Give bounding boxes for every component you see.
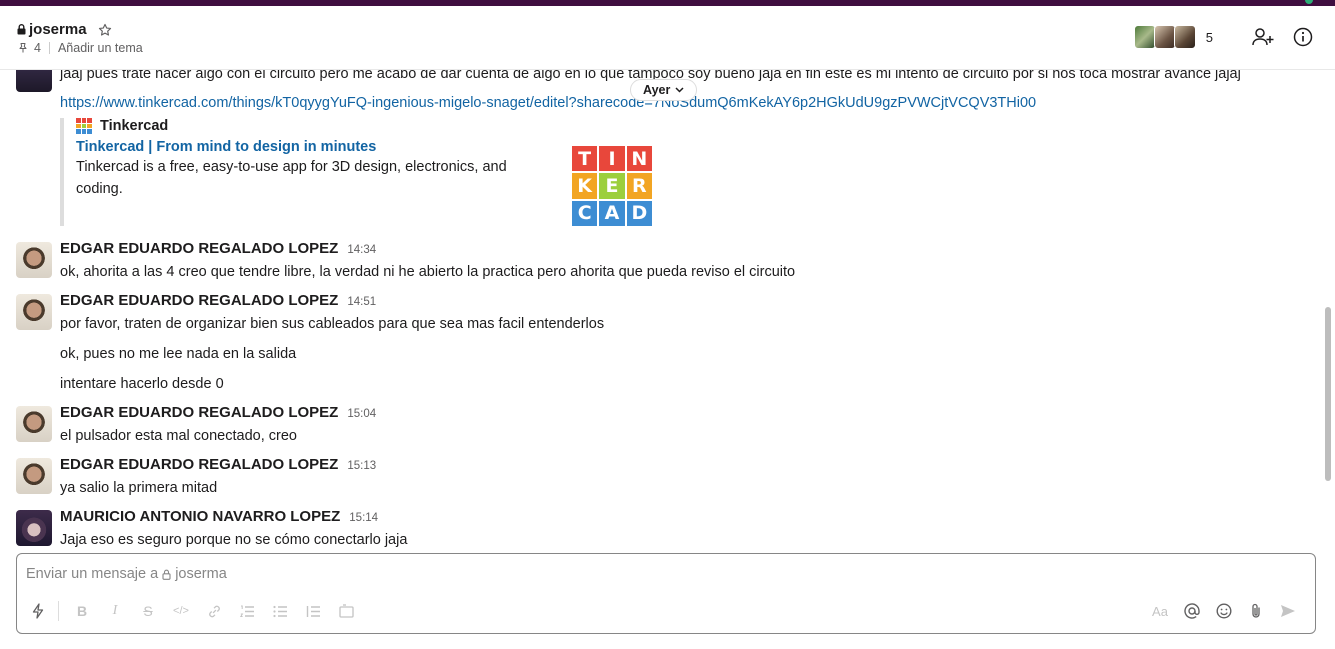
ordered-list-icon[interactable] [234,598,260,624]
italic-icon[interactable]: I [102,598,128,624]
channel-meta: 4 Añadir un tema [17,41,143,55]
preview-source-name: Tinkercad [100,118,169,134]
sender-name[interactable]: EDGAR EDUARDO REGALADO LOPEZ [60,404,338,421]
message-header: EDGAR EDUARDO REGALADO LOPEZ 15:13 [60,456,376,473]
member-count[interactable]: 5 [1206,30,1213,45]
message-header: EDGAR EDUARDO REGALADO LOPEZ 15:04 [60,404,376,421]
logo-letter: I [599,146,625,172]
timestamp[interactable]: 15:04 [347,408,376,420]
add-topic-link[interactable]: Añadir un tema [58,41,143,55]
message-text: ya salio la primera mitad [60,480,218,496]
message-header: EDGAR EDUARDO REGALADO LOPEZ 14:51 [60,292,376,309]
chevron-down-icon [675,87,684,93]
sender-name[interactable]: MAURICIO ANTONIO NAVARRO LOPEZ [60,508,340,525]
avatar[interactable] [16,294,52,330]
star-icon[interactable] [98,23,112,37]
blockquote-icon[interactable] [300,598,326,624]
logo-letter: A [599,200,625,226]
tinkercad-favicon-icon [76,118,92,134]
timestamp[interactable]: 14:51 [347,296,376,308]
member-avatars[interactable] [1133,25,1196,49]
preview-source: Tinkercad [76,118,660,134]
message-header: MAURICIO ANTONIO NAVARRO LOPEZ 15:14 [60,508,378,525]
channel-header: joserma 4 Añadir un tema 5 [0,6,1335,70]
add-member-icon[interactable] [1251,25,1275,49]
avatar[interactable] [16,510,52,546]
timestamp[interactable]: 15:14 [349,512,378,524]
mention-icon[interactable] [1179,598,1205,624]
formatting-toggle[interactable]: Aa [1147,598,1173,624]
info-icon[interactable] [1291,25,1315,49]
avatar[interactable] [16,70,52,92]
channel-title[interactable]: joserma [17,21,112,38]
logo-letter: R [626,173,652,199]
message-text: ok, ahorita a las 4 creo que tendre libr… [60,264,796,280]
pinned-count[interactable]: 4 [17,41,41,55]
sender-name[interactable]: EDGAR EDUARDO REGALADO LOPEZ [60,240,338,257]
shortcuts-bolt-icon[interactable] [25,598,51,624]
message-link[interactable]: https://www.tinkercad.com/things/kT0qyyg… [60,95,1036,111]
avatar[interactable] [16,458,52,494]
placeholder-channel: joserma [175,566,227,582]
member-avatar [1173,25,1196,49]
emoji-icon[interactable] [1211,598,1237,624]
message-composer[interactable]: Enviar un mensaje a joserma B I S </> Aa [16,553,1316,634]
scrollbar[interactable] [1325,307,1331,481]
message-text: por favor, traten de organizar bien sus … [60,316,605,332]
avatar[interactable] [16,242,52,278]
message-header: EDGAR EDUARDO REGALADO LOPEZ 14:34 [60,240,376,257]
lock-icon [17,24,26,35]
meta-divider [48,42,50,54]
attachment-icon[interactable] [1243,598,1269,624]
code-icon[interactable]: </> [168,598,194,624]
tinkercad-logo[interactable]: T I N K E R C A D [572,146,652,226]
pins-count-label: 4 [34,41,41,55]
message-text: Jaja eso es seguro porque no se cómo con… [60,532,408,548]
header-actions: 5 [1133,25,1315,49]
logo-letter: E [599,173,625,199]
bulleted-list-icon[interactable] [267,598,293,624]
channel-name: joserma [29,21,87,38]
logo-letter: T [572,146,598,172]
toolbar-right: Aa [1147,598,1307,624]
preview-description: Tinkercad is a free, easy-to-use app for… [76,159,507,197]
date-divider[interactable]: Ayer [630,79,698,101]
avatar[interactable] [16,406,52,442]
member-avatar [1133,25,1156,49]
timestamp[interactable]: 15:13 [347,460,376,472]
sender-name[interactable]: EDGAR EDUARDO REGALADO LOPEZ [60,292,338,309]
placeholder-prefix: Enviar un mensaje a [26,566,159,582]
logo-letter: C [572,200,598,226]
logo-letter: D [626,200,652,226]
link-preview: Tinkercad Tinkercad | From mind to desig… [60,118,660,226]
bold-icon[interactable]: B [69,598,95,624]
toolbar-divider [58,601,59,621]
message-text: intentare hacerlo desde 0 [60,376,224,392]
strikethrough-icon[interactable]: S [135,598,161,624]
sender-name[interactable]: EDGAR EDUARDO REGALADO LOPEZ [60,456,338,473]
timestamp[interactable]: 14:34 [347,244,376,256]
logo-letter: N [626,146,652,172]
message-list[interactable]: jaaj pues trate hacer algo con el circui… [0,70,1320,548]
code-block-icon[interactable] [333,598,359,624]
status-dot [1305,0,1313,4]
composer-placeholder[interactable]: Enviar un mensaje a joserma [26,566,227,582]
lock-icon [162,569,171,580]
send-icon[interactable] [1275,598,1301,624]
link-icon[interactable] [201,598,227,624]
composer-toolbar: B I S </> Aa [25,598,1307,624]
date-divider-label: Ayer [643,83,671,97]
message-text: el pulsador esta mal conectado, creo [60,428,297,444]
member-avatar [1153,25,1176,49]
message-text: ok, pues no me lee nada en la salida [60,346,297,362]
pin-icon [19,43,27,53]
logo-letter: K [572,173,598,199]
